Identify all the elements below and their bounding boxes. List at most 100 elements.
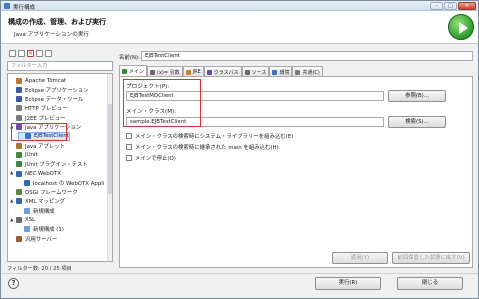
checkbox-box[interactable] bbox=[126, 133, 132, 139]
maximize-button[interactable]: □ bbox=[444, 2, 457, 10]
tree-item[interactable]: ▲ XSL bbox=[10, 216, 35, 225]
search-main-class-button[interactable]: 検索(S)... bbox=[388, 116, 446, 128]
run-configurations-window: 実行構成 – □ ✕ 構成の作成、管理、および実行 Java アプリケーションの… bbox=[0, 0, 479, 299]
tab-label: 環境 bbox=[279, 69, 290, 76]
new-configuration-icon[interactable] bbox=[9, 50, 16, 57]
filter-input[interactable]: フィルター入力 bbox=[7, 61, 113, 71]
tab-icon bbox=[122, 69, 127, 74]
editor-tab[interactable]: 環境 bbox=[269, 66, 293, 76]
tree-item[interactable]: ▲ XML マッピング bbox=[10, 197, 65, 206]
tree-item[interactable]: ▲ Java アプリケーション bbox=[10, 123, 81, 132]
configuration-type-icon bbox=[16, 124, 22, 130]
name-input[interactable]: EJBTestClient bbox=[141, 51, 473, 61]
close-window-button[interactable]: ✕ bbox=[458, 2, 476, 10]
tree-item[interactable]: HTTP プレビュー bbox=[10, 104, 67, 113]
minimize-button[interactable]: – bbox=[430, 2, 443, 10]
window-controls: – □ ✕ bbox=[430, 2, 476, 10]
tree-item-label: HTTP プレビュー bbox=[25, 106, 68, 113]
project-label: プロジェクト(P): bbox=[126, 84, 170, 90]
dialog-banner: 構成の作成、管理、および実行 Java アプリケーションの実行 bbox=[1, 11, 478, 44]
tree-item-label: JUnit bbox=[25, 151, 38, 158]
banner-subtitle: Java アプリケーションの実行 bbox=[14, 32, 90, 38]
tree-item-label: localhost の WebOTX Appli bbox=[33, 180, 105, 187]
tab-label: JRE bbox=[192, 69, 201, 75]
browse-project-button[interactable]: 参照(B)... bbox=[388, 90, 446, 102]
tab-icon bbox=[272, 69, 278, 75]
tree-item-label: XSL bbox=[25, 217, 36, 223]
tree-item-label: OSGi フレームワーク bbox=[25, 190, 78, 197]
tree-item-label: Apache Tomcat bbox=[25, 77, 67, 84]
configuration-editor: 名前(N): EJBTestClient メイン (x)= 引数 JRE クラスパス ソ… bbox=[119, 48, 473, 268]
editor-tabs: メイン (x)= 引数 JRE クラスパス ソース 環境 共通(C) bbox=[119, 65, 473, 76]
editor-tab[interactable]: メイン bbox=[119, 65, 148, 76]
tab-icon bbox=[150, 69, 156, 75]
collapse-all-icon[interactable] bbox=[36, 50, 43, 57]
tree-item-label: Eclipse アプリケーション bbox=[25, 87, 89, 94]
expand-toggle-icon[interactable]: ▲ bbox=[10, 125, 14, 130]
title-bar: 実行構成 – □ ✕ bbox=[1, 1, 478, 11]
tree-item[interactable]: EJBTestClient bbox=[18, 131, 70, 141]
filter-menu-icon[interactable] bbox=[45, 50, 52, 57]
tree-item-label: 新規構成 bbox=[33, 208, 55, 215]
stop-in-main-checkbox[interactable]: メインで停止(O) bbox=[126, 154, 176, 162]
tree-item[interactable]: Java アプレット bbox=[10, 141, 65, 150]
editor-tab[interactable]: ソース bbox=[241, 66, 270, 76]
checkbox-box[interactable] bbox=[126, 155, 132, 161]
expand-toggle-icon[interactable]: ▲ bbox=[10, 199, 14, 204]
tree-item[interactable]: 新規構成 bbox=[18, 206, 55, 215]
tree-item[interactable]: 汎用サーバー bbox=[10, 234, 57, 243]
tree-item[interactable]: ▲ NEC WebOTX bbox=[10, 169, 61, 178]
filter-status: フィルター数: 20 / 25 項目 bbox=[7, 266, 72, 272]
tree-scrollbar[interactable] bbox=[107, 74, 112, 261]
configuration-tree: Apache Tomcat Eclipse アプリケーション Eclipse データ… bbox=[7, 73, 113, 262]
revert-button[interactable]: 前回保管した状態に戻す(V) bbox=[392, 252, 470, 264]
configuration-type-icon bbox=[16, 170, 22, 177]
include-inherited-mains-checkbox[interactable]: メイン・クラスの検索時に継承された main を組み込む(H) bbox=[126, 143, 279, 151]
tree-item-label: 新規構成 (1) bbox=[33, 227, 64, 234]
checkbox-label: メインで停止(O) bbox=[135, 156, 176, 162]
configuration-toolbar bbox=[7, 48, 113, 59]
tab-icon bbox=[244, 69, 250, 75]
scrollbar-thumb[interactable] bbox=[108, 104, 112, 194]
editor-tab[interactable]: クラスパス bbox=[203, 66, 242, 76]
tree-item[interactable]: JUnit bbox=[10, 150, 38, 159]
tree-item[interactable]: localhost の WebOTX Appli bbox=[18, 178, 104, 187]
tree-item[interactable]: J2EE プレビュー bbox=[10, 113, 66, 122]
configuration-type-icon bbox=[16, 96, 22, 103]
tree-item-label: Java アプレット bbox=[25, 143, 66, 150]
tree-item-label: JUnit プラグイン・テスト bbox=[25, 162, 88, 169]
name-label: 名前(N): bbox=[119, 55, 140, 61]
close-button[interactable]: 閉じる bbox=[397, 277, 463, 290]
main-class-label: メイン・クラス(M): bbox=[126, 109, 177, 115]
footer-separator bbox=[1, 273, 478, 274]
editor-tab[interactable]: JRE bbox=[182, 66, 204, 76]
configuration-type-icon bbox=[16, 77, 22, 84]
configuration-type-icon bbox=[16, 142, 22, 149]
configuration-type-icon bbox=[16, 217, 22, 223]
apply-button[interactable]: 適用(Y) bbox=[332, 252, 388, 264]
project-input[interactable]: EJBTestMDClient bbox=[126, 91, 384, 101]
run-button[interactable]: 実行(R) bbox=[315, 277, 381, 290]
expand-toggle-icon[interactable]: ▲ bbox=[10, 171, 14, 176]
help-icon[interactable]: ? bbox=[8, 278, 19, 289]
configuration-type-icon bbox=[16, 161, 22, 168]
tab-icon bbox=[295, 69, 301, 75]
tree-item[interactable]: 新規構成 (1) bbox=[18, 225, 64, 234]
expand-toggle-icon[interactable]: ▲ bbox=[10, 218, 14, 223]
checkbox-box[interactable] bbox=[126, 144, 132, 150]
include-system-libraries-checkbox[interactable]: メイン・クラスの検索時にシステム・ライブラリーを組み込む(E) bbox=[126, 132, 293, 140]
configuration-type-icon bbox=[16, 105, 22, 112]
tree-item[interactable]: JUnit プラグイン・テスト bbox=[10, 160, 88, 169]
editor-tab[interactable]: (x)= 引数 bbox=[147, 66, 183, 76]
banner-heading: 構成の作成、管理、および実行 bbox=[8, 18, 106, 26]
main-class-input[interactable]: sample.EJBTestClient bbox=[126, 117, 384, 127]
checkbox-label: メイン・クラスの検索時にシステム・ライブラリーを組み込む(E) bbox=[135, 134, 294, 140]
duplicate-configuration-icon[interactable] bbox=[18, 50, 25, 57]
configuration-type-icon bbox=[24, 179, 30, 186]
editor-tab[interactable]: 共通(C) bbox=[292, 66, 323, 76]
tree-item[interactable]: Apache Tomcat bbox=[10, 76, 66, 85]
tree-item[interactable]: Eclipse アプリケーション bbox=[10, 85, 89, 94]
tree-item[interactable]: OSGi フレームワーク bbox=[10, 188, 78, 197]
tree-item[interactable]: Eclipse データ・ツール bbox=[10, 95, 83, 104]
delete-configuration-icon[interactable] bbox=[27, 50, 34, 57]
